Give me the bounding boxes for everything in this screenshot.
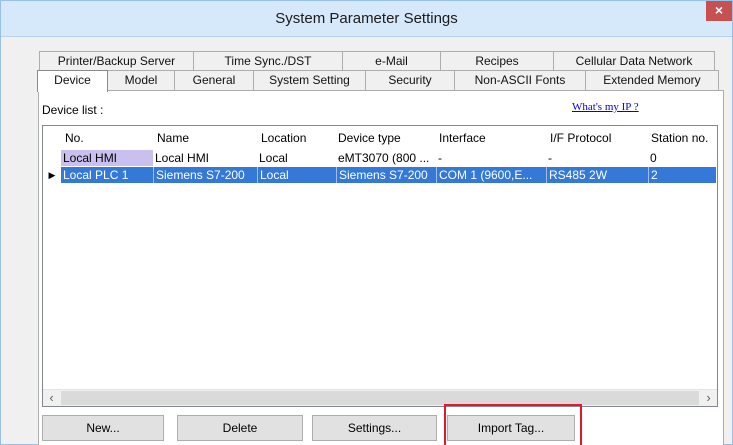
close-button[interactable]: × — [706, 1, 732, 21]
tab-security[interactable]: Security — [365, 70, 455, 90]
tab-email[interactable]: e-Mail — [342, 51, 441, 71]
tab-general[interactable]: General — [174, 70, 254, 90]
cell-station: 2 — [648, 167, 716, 183]
horizontal-scrollbar[interactable]: ‹ › — [43, 389, 717, 406]
tab-extended-memory[interactable]: Extended Memory — [585, 70, 719, 90]
tab-printer-backup-server[interactable]: Printer/Backup Server — [39, 51, 194, 71]
cell-device-type: eMT3070 (800 ... — [338, 151, 430, 165]
tab-row-bottom: Device Model General System Setting Secu… — [37, 70, 719, 92]
cell-no: Local PLC 1 — [61, 167, 153, 183]
tab-non-ascii-fonts[interactable]: Non-ASCII Fonts — [454, 70, 586, 90]
tab-recipes[interactable]: Recipes — [440, 51, 554, 71]
table-header: No. Name Location Device type Interface … — [43, 126, 717, 150]
cell-name: Local HMI — [155, 151, 210, 165]
device-list-label: Device list : — [42, 103, 104, 117]
cell-interface: - — [438, 151, 442, 165]
cell-device-type: Siemens S7-200 — [336, 167, 436, 183]
table-row[interactable]: Local HMI Local HMI Local eMT3070 (800 .… — [43, 150, 717, 166]
tab-row-top: Printer/Backup Server Time Sync./DST e-M… — [39, 51, 715, 71]
cell-location: Local — [259, 151, 288, 165]
row-selector-arrow-icon: ▶ — [48, 170, 56, 180]
column-header-station-no[interactable]: Station no. — [649, 126, 717, 150]
tab-time-sync-dst[interactable]: Time Sync./DST — [193, 51, 343, 71]
tab-device[interactable]: Device — [37, 70, 108, 92]
whats-my-ip-link[interactable]: What's my IP ? — [572, 101, 639, 113]
cell-interface: COM 1 (9600,E... — [436, 167, 546, 183]
column-header-device-type[interactable]: Device type — [336, 126, 432, 150]
column-header-if-protocol[interactable]: I/F Protocol — [548, 126, 648, 150]
cell-protocol: RS485 2W — [546, 167, 648, 183]
column-header-name[interactable]: Name — [155, 126, 255, 150]
scrollbar-thumb[interactable] — [61, 391, 699, 405]
window-title: System Parameter Settings — [275, 10, 458, 27]
new-button[interactable]: New... — [42, 415, 164, 441]
column-header-no[interactable]: No. — [63, 126, 153, 150]
cell-name: Siemens S7-200 — [153, 167, 257, 183]
scroll-right-arrow-icon[interactable]: › — [700, 390, 717, 406]
tab-cellular-data-network[interactable]: Cellular Data Network — [553, 51, 715, 71]
table-row-selected[interactable]: ▶ Local PLC 1 Siemens S7-200 Local Sieme… — [43, 167, 717, 183]
cell-no: Local HMI — [61, 150, 153, 166]
column-header-location[interactable]: Location — [259, 126, 335, 150]
cell-protocol: - — [548, 151, 552, 165]
import-tag-button[interactable]: Import Tag... — [447, 415, 575, 441]
scroll-left-arrow-icon[interactable]: ‹ — [43, 390, 60, 406]
settings-button[interactable]: Settings... — [312, 415, 437, 441]
delete-button[interactable]: Delete — [177, 415, 303, 441]
column-header-interface[interactable]: Interface — [437, 126, 547, 150]
tab-model[interactable]: Model — [107, 70, 175, 90]
cell-station: 0 — [650, 151, 657, 165]
title-bar[interactable]: System Parameter Settings × — [1, 1, 732, 37]
tab-system-setting[interactable]: System Setting — [253, 70, 366, 90]
device-list-table[interactable]: No. Name Location Device type Interface … — [42, 125, 718, 407]
cell-location: Local — [257, 167, 337, 183]
